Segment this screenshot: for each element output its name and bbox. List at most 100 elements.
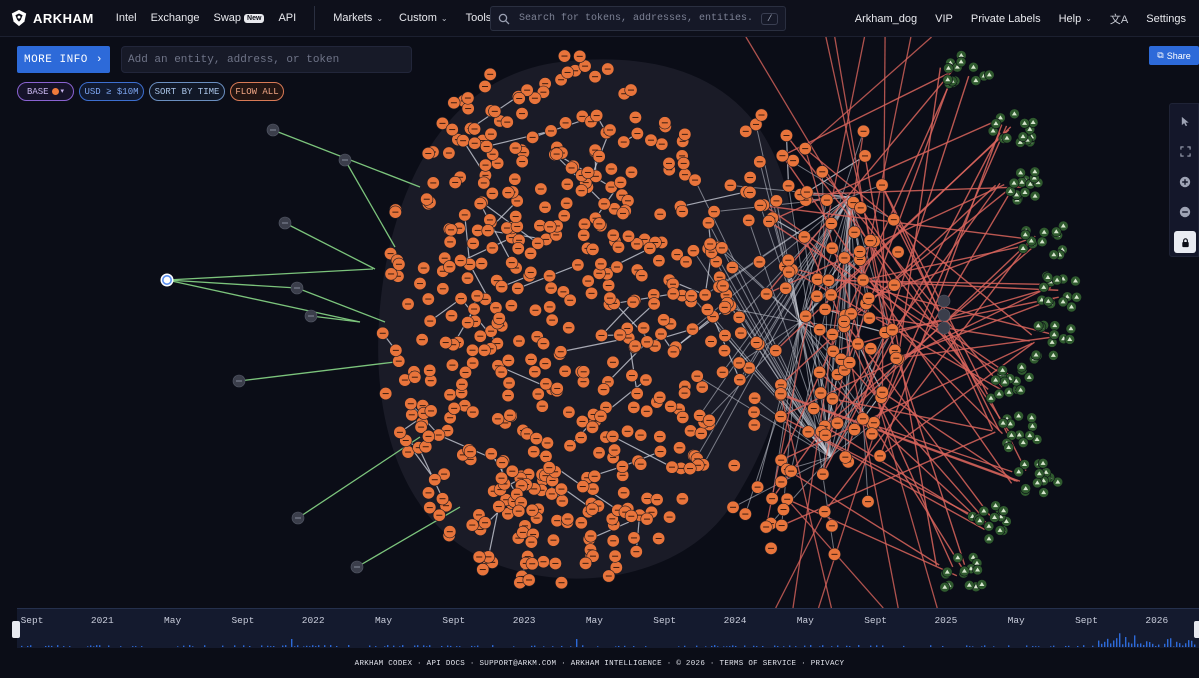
entity-node[interactable] [814, 386, 828, 400]
entity-node[interactable] [463, 445, 477, 459]
entity-node[interactable] [630, 387, 644, 401]
entity-node[interactable] [875, 385, 889, 399]
entity-node[interactable] [811, 272, 825, 286]
entity-node[interactable] [512, 91, 526, 105]
entity-node[interactable] [825, 519, 839, 533]
entity-node[interactable] [653, 207, 667, 221]
user-menu-arkham-dog[interactable]: Arkham_dog [855, 13, 917, 25]
entity-node[interactable] [405, 408, 419, 422]
entity-node[interactable] [853, 245, 867, 259]
entity-node[interactable] [733, 373, 747, 387]
entity-node[interactable] [647, 297, 661, 311]
entity-node[interactable] [738, 507, 752, 521]
entity-node[interactable] [652, 254, 666, 268]
entity-node[interactable] [702, 216, 716, 230]
entity-node[interactable] [512, 504, 526, 518]
entity-node[interactable] [615, 459, 629, 473]
entity-node[interactable] [461, 271, 475, 285]
entity-node[interactable] [508, 172, 522, 186]
entity-node[interactable] [864, 342, 878, 356]
filter-chip-base[interactable]: BASE ▾ [17, 82, 74, 101]
entity-node[interactable] [727, 459, 741, 473]
entity-node[interactable] [524, 352, 538, 366]
entity-node[interactable] [561, 512, 575, 526]
entity-node[interactable] [695, 380, 709, 394]
nav-link-settings[interactable]: Settings [1146, 13, 1186, 25]
entity-node[interactable] [707, 205, 721, 219]
tree-node-cluster[interactable] [1005, 166, 1044, 206]
filter-chip-usd[interactable]: USD ≥ $10M [79, 82, 144, 101]
entity-node[interactable] [863, 234, 877, 248]
entity-node[interactable] [764, 541, 778, 555]
entity-node[interactable] [436, 282, 450, 296]
entity-node[interactable] [774, 387, 788, 401]
entity-node[interactable] [468, 122, 482, 136]
entity-node[interactable] [454, 292, 468, 306]
entity-node[interactable] [577, 217, 591, 231]
entity-node[interactable] [554, 576, 568, 590]
entity-node[interactable] [655, 137, 669, 151]
entity-node[interactable] [584, 529, 598, 543]
entity-node[interactable] [606, 228, 620, 242]
entity-node[interactable] [628, 110, 642, 124]
entity-node[interactable] [484, 447, 498, 461]
entity-node[interactable] [627, 400, 641, 414]
nav-link-vip[interactable]: VIP [935, 13, 953, 25]
entity-node[interactable] [610, 260, 624, 274]
entity-node[interactable] [753, 198, 767, 212]
entity-node[interactable] [837, 251, 851, 265]
entity-node[interactable] [625, 369, 639, 383]
entity-node[interactable] [813, 323, 827, 337]
entity-node[interactable] [492, 500, 506, 514]
entity-node[interactable] [432, 508, 446, 522]
address-node[interactable] [338, 153, 352, 167]
entity-node[interactable] [511, 281, 525, 295]
entity-node[interactable] [505, 464, 519, 478]
menu-custom[interactable]: Custom ⌄ [399, 12, 448, 24]
entity-node[interactable] [483, 213, 497, 227]
entity-node[interactable] [447, 96, 461, 110]
entity-node[interactable] [389, 343, 403, 357]
entity-node[interactable] [522, 573, 536, 587]
entity-node[interactable] [759, 520, 773, 534]
entity-node[interactable] [602, 278, 616, 292]
entity-node[interactable] [677, 156, 691, 170]
entity-node[interactable] [621, 424, 635, 438]
entity-node[interactable] [537, 337, 551, 351]
entity-node[interactable] [673, 441, 687, 455]
entity-node[interactable] [501, 186, 515, 200]
entity-node[interactable] [825, 327, 839, 341]
entity-node[interactable] [675, 204, 689, 218]
entity-node[interactable] [466, 405, 480, 419]
entity-node[interactable] [558, 364, 572, 378]
entity-node[interactable] [818, 428, 832, 442]
entity-node[interactable] [424, 404, 438, 418]
entity-node[interactable] [408, 370, 422, 384]
entity-node[interactable] [388, 205, 402, 219]
entity-node[interactable] [550, 381, 564, 395]
entity-node[interactable] [504, 299, 518, 313]
entity-node[interactable] [822, 273, 836, 287]
entity-node[interactable] [857, 124, 871, 138]
arkham-logo[interactable]: ARKHAM [10, 9, 94, 27]
entity-node[interactable] [747, 418, 761, 432]
entity-node[interactable] [585, 420, 599, 434]
entity-node[interactable] [401, 297, 415, 311]
entity-node[interactable] [873, 449, 887, 463]
entity-node[interactable] [494, 365, 508, 379]
entity-node[interactable] [461, 91, 475, 105]
tree-node-cluster[interactable] [939, 552, 988, 593]
entity-node[interactable] [573, 49, 587, 63]
entity-node[interactable] [856, 273, 870, 287]
entity-node[interactable] [445, 123, 459, 137]
tree-node-cluster[interactable] [1036, 270, 1082, 313]
entity-node[interactable] [742, 213, 756, 227]
entity-node[interactable] [752, 255, 766, 269]
entity-node[interactable] [830, 416, 844, 430]
pointer-icon[interactable] [1174, 110, 1196, 132]
entity-node[interactable] [494, 471, 508, 485]
entity-node[interactable] [435, 492, 449, 506]
entity-node[interactable] [550, 147, 564, 161]
entity-node[interactable] [588, 70, 602, 84]
entity-node[interactable] [543, 300, 557, 314]
